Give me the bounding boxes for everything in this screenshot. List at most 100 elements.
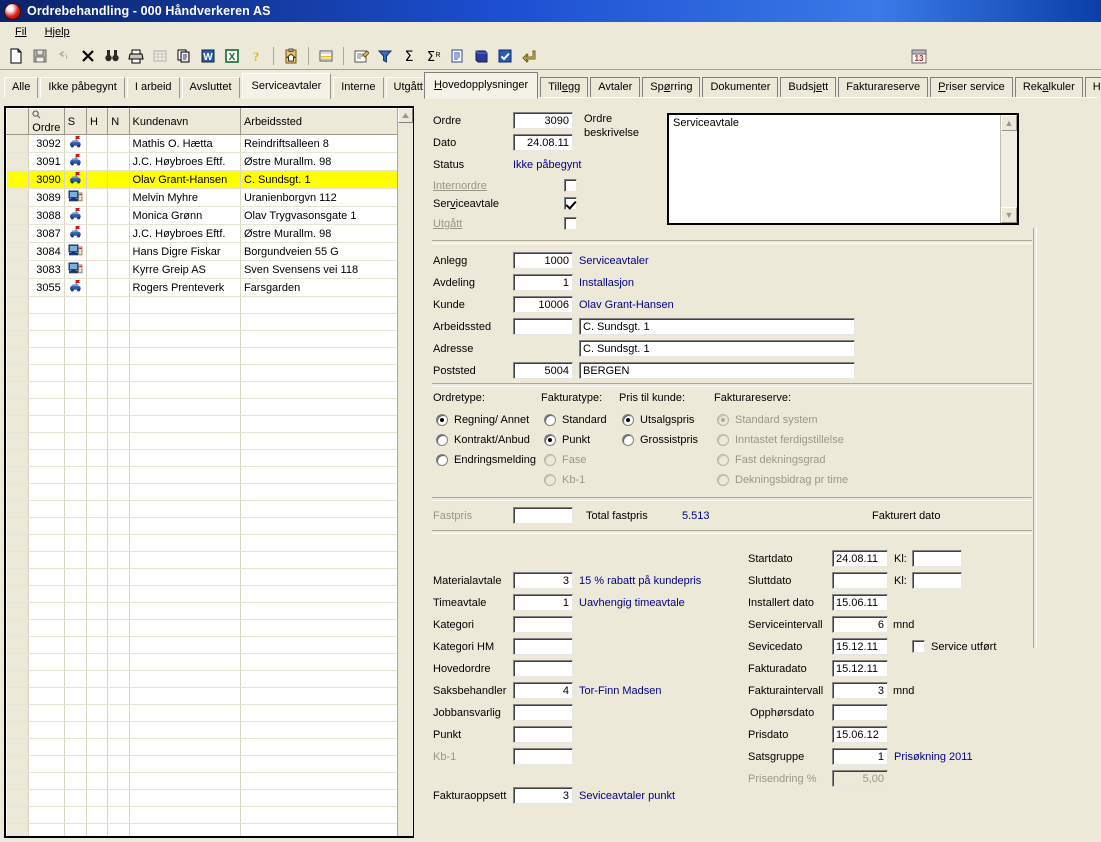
table-row[interactable]: 3083 Kyrre Greip AS Sven Svensens vei 118 [6,260,402,279]
scroll-up-icon[interactable] [398,108,413,123]
row-selector[interactable] [6,206,30,225]
table-row[interactable] [6,585,402,603]
poststed-code-field[interactable]: 5004 [513,362,573,379]
document-icon[interactable] [445,44,469,68]
sum-range-icon[interactable]: ΣR [421,44,445,68]
radio-standard[interactable] [544,414,556,426]
table-row[interactable]: 3089 Melvin Myhre Uranienborgvn 112 [6,188,402,207]
note-icon[interactable] [314,44,338,68]
filter-icon[interactable] [373,44,397,68]
row-selector[interactable] [6,170,30,189]
table-row[interactable]: 3087 J.C. Høybroes Eftf. Østre Murallm. 98 [6,224,402,243]
row-selector[interactable] [6,278,30,297]
menu-item-fil[interactable]: Fil [6,24,36,40]
table-row[interactable] [6,449,402,467]
list-tab-serviceavtaler[interactable]: Serviceavtaler [241,73,332,99]
table-row[interactable] [6,381,402,399]
table-row[interactable] [6,636,402,654]
row-selector[interactable] [6,188,30,207]
row-selector[interactable] [6,670,30,688]
check-icon[interactable] [493,44,517,68]
excel-export-icon[interactable]: X [220,44,244,68]
arbeidssted-text-field[interactable]: C. Sundsgt. 1 [579,318,855,335]
ordre-field[interactable]: 3090 [513,112,573,129]
row-selector[interactable] [6,551,30,569]
row-selector[interactable] [6,260,30,279]
fastpris-field[interactable] [513,507,573,524]
sevicedato-field[interactable]: 15.12.11 [832,638,888,655]
table-row[interactable] [6,619,402,637]
row-selector[interactable] [6,636,30,654]
table-row[interactable] [6,806,402,824]
satsgruppe-field[interactable]: 1 [832,748,888,765]
kategori-field[interactable] [513,616,573,633]
prisendring-field[interactable]: 5,00 [832,770,888,787]
table-row[interactable] [6,551,402,569]
table-row[interactable] [6,823,402,836]
row-selector[interactable] [6,500,30,518]
row-selector[interactable] [6,653,30,671]
grid-icon[interactable] [148,44,172,68]
list-tab-alle[interactable]: Alle [4,77,39,98]
row-selector[interactable] [6,313,30,331]
row-selector[interactable] [6,432,30,450]
tab-avtaler[interactable]: Avtaler [590,77,641,98]
table-row[interactable]: 3090 Olav Grant-Hansen C. Sundsgt. 1 [6,170,402,189]
dato-field[interactable]: 24.08.11 [513,134,573,151]
table-row[interactable] [6,466,402,484]
row-selector[interactable] [6,364,30,382]
row-selector[interactable] [6,789,30,807]
table-row[interactable] [6,687,402,705]
row-selector[interactable] [6,534,30,552]
row-selector[interactable] [6,224,30,243]
undo-icon[interactable] [52,44,76,68]
tab-priser-service[interactable]: Priser service [930,77,1013,98]
jobbansvarlig-field[interactable] [513,704,573,721]
table-row[interactable]: 3092 Mathis O. Hætta Reindriftsalleen 8 [6,134,402,153]
row-selector[interactable] [6,330,30,348]
radio-grossistpris[interactable] [622,434,634,446]
row-selector[interactable] [6,721,30,739]
radio-kontrakt-anbud[interactable] [436,434,448,446]
list-tab-interne[interactable]: Interne [333,77,384,98]
row-selector[interactable] [6,568,30,586]
radio-regning-annet[interactable] [436,414,448,426]
row-selector[interactable] [6,585,30,603]
fakturadato-field[interactable]: 15.12.11 [832,660,888,677]
new-icon[interactable] [4,44,28,68]
table-row[interactable] [6,534,402,552]
table-row[interactable] [6,670,402,688]
row-selector[interactable] [6,381,30,399]
tab-rekalkuler[interactable]: Rekalkuler [1014,77,1083,98]
grid-vertical-scrollbar[interactable] [397,108,413,836]
list-tab-ikke-pabegynt[interactable]: Ikke påbegynt [40,77,125,98]
row-selector[interactable] [6,466,30,484]
column-header-s[interactable]: S [63,108,88,135]
table-row[interactable] [6,568,402,586]
utgatt-checkbox[interactable] [564,217,577,230]
serviceavtale-checkbox[interactable] [564,197,577,210]
row-selector[interactable] [6,517,30,535]
row-selector[interactable] [6,347,30,365]
column-header-n[interactable]: N [107,108,130,135]
serviceintervall-field[interactable]: 6 [832,616,888,633]
table-row[interactable] [6,602,402,620]
save-icon[interactable] [28,44,52,68]
table-row[interactable] [6,330,402,348]
table-row[interactable] [6,347,402,365]
adresse-field[interactable]: C. Sundsgt. 1 [579,340,855,357]
row-selector[interactable] [6,483,30,501]
row-selector[interactable] [6,823,30,836]
service-utfort-checkbox[interactable] [912,640,925,653]
tab-hovedopplysninger[interactable]: Hovedopplysninger [424,72,539,99]
find-icon[interactable] [100,44,124,68]
row-selector[interactable] [6,602,30,620]
row-selector[interactable] [6,755,30,773]
table-row[interactable] [6,653,402,671]
internordre-checkbox[interactable] [564,179,577,192]
row-selector[interactable] [6,449,30,467]
row-selector[interactable] [6,806,30,824]
print-icon[interactable] [124,44,148,68]
row-selector[interactable] [6,242,30,261]
tab-budsjett[interactable]: Budsjett [780,77,837,98]
